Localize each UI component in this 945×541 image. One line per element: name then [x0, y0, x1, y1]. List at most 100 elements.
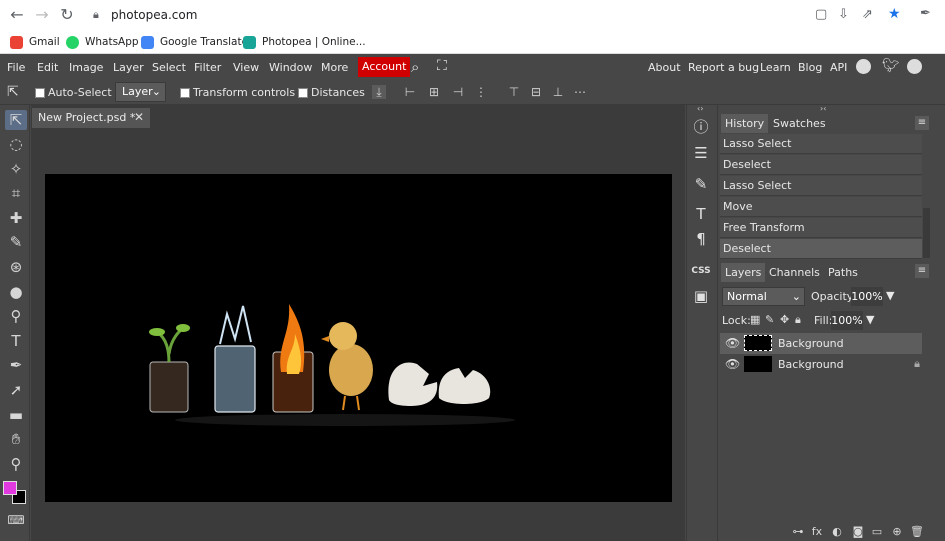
menu-view[interactable]: View	[233, 61, 259, 74]
menu-edit[interactable]: Edit	[37, 61, 58, 74]
forward-icon[interactable]: →	[33, 6, 51, 24]
delete-layer-icon[interactable]: 🗑︎	[910, 526, 924, 538]
distribute-horizontal-icon[interactable]: ⋯	[573, 85, 587, 99]
bookmark-google-translate[interactable]: Google Translate	[141, 34, 248, 50]
tab-layers[interactable]: Layers	[721, 263, 766, 282]
lock-all-icon[interactable]: 🔒︎	[795, 313, 801, 327]
align-top-icon[interactable]: ⊤	[507, 85, 521, 99]
history-menu-icon[interactable]: ≡	[915, 116, 929, 130]
foreground-color-swatch[interactable]	[3, 481, 17, 495]
reload-icon[interactable]: ↻	[58, 6, 76, 24]
lasso-tool-icon[interactable]: ◌	[5, 134, 27, 154]
css-icon[interactable]: CSS	[690, 260, 712, 282]
document-tab[interactable]: New Project.psd *	[32, 108, 150, 128]
tab-channels[interactable]: Channels	[769, 266, 820, 279]
info-icon[interactable]: ⓘ	[690, 116, 712, 138]
layer-row[interactable]: 👁︎ Background	[720, 333, 922, 354]
transform-controls-checkbox[interactable]	[180, 88, 190, 98]
search-icon[interactable]: ⌕	[411, 58, 419, 76]
collapse-strip-icon[interactable]: ‹›	[697, 104, 703, 113]
canvas[interactable]	[45, 174, 672, 502]
brush-settings-icon[interactable]: ✎	[690, 173, 712, 195]
menu-more[interactable]: More	[321, 61, 348, 74]
bookmark-whatsapp[interactable]: WhatsApp	[66, 34, 139, 50]
new-group-icon[interactable]: ▭	[870, 526, 884, 538]
eye-icon[interactable]: 👁︎	[725, 336, 740, 350]
crop-tool-icon[interactable]: ⌗	[5, 183, 27, 203]
blur-tool-icon[interactable]: ●	[5, 282, 27, 302]
opacity-dropdown-icon[interactable]: ▼	[886, 289, 894, 302]
distances-checkbox[interactable]	[298, 88, 308, 98]
layers-menu-icon[interactable]: ≡	[915, 264, 929, 278]
history-item[interactable]: Lasso Select	[720, 176, 922, 196]
tab-history[interactable]: History	[721, 114, 769, 133]
menu-about[interactable]: About	[648, 61, 681, 74]
collapse-panel-icon[interactable]: ›‹	[820, 104, 826, 113]
reddit-icon[interactable]	[856, 59, 871, 74]
fullscreen-icon[interactable]: ⛶	[437, 58, 447, 74]
layer-effects-icon[interactable]: fx	[810, 526, 824, 538]
align-bottom-icon[interactable]: ⊥	[551, 85, 565, 99]
zoom-tool-icon[interactable]: ⚲	[5, 454, 27, 474]
link-layers-icon[interactable]: ⊶	[791, 526, 805, 538]
bookmark-photopea[interactable]: Photopea | Online...	[243, 34, 366, 50]
auto-select-checkbox[interactable]	[35, 88, 45, 98]
pen-tool-icon[interactable]: ✒	[5, 355, 27, 375]
align-left-icon[interactable]: ⊢	[403, 85, 417, 99]
magic-wand-tool-icon[interactable]: ✧	[5, 159, 27, 179]
menu-layer[interactable]: Layer	[113, 61, 144, 74]
path-select-tool-icon[interactable]: ➚	[5, 380, 27, 400]
menu-blog[interactable]: Blog	[798, 61, 822, 74]
fill-input[interactable]: 100%	[831, 311, 863, 330]
align-center-icon[interactable]: ⊞	[427, 85, 441, 99]
dodge-tool-icon[interactable]: ⚲	[5, 306, 27, 326]
adjust-icon[interactable]: ☰	[690, 142, 712, 164]
healing-tool-icon[interactable]: ✚	[5, 208, 27, 228]
download-align-icon[interactable]: ⤓	[372, 85, 386, 99]
rectangle-tool-icon[interactable]: ▬	[5, 405, 27, 425]
page-icon[interactable]: ▢	[815, 7, 827, 22]
lock-pixels-icon[interactable]: ✎	[765, 313, 774, 326]
tab-swatches[interactable]: Swatches	[773, 117, 826, 130]
history-item[interactable]: Free Transform	[720, 218, 922, 238]
history-scrollbar[interactable]	[923, 208, 930, 258]
lock-transparency-icon[interactable]: ▦	[750, 313, 760, 326]
history-item[interactable]: Deselect	[720, 155, 922, 175]
facebook-icon[interactable]	[907, 59, 922, 74]
stamp-tool-icon[interactable]: ⊛	[5, 257, 27, 277]
blend-mode-select[interactable]: Normal ⌄	[722, 287, 805, 306]
menu-filter[interactable]: Filter	[194, 61, 221, 74]
menu-select[interactable]: Select	[152, 61, 186, 74]
align-middle-icon[interactable]: ⊟	[529, 85, 543, 99]
download-icon[interactable]: ⇩	[838, 7, 849, 22]
brush-tool-icon[interactable]: ✎	[5, 232, 27, 252]
align-right-icon[interactable]: ⊣	[451, 85, 465, 99]
menu-file[interactable]: File	[7, 61, 25, 74]
image-icon[interactable]: ▣	[690, 285, 712, 307]
share-icon[interactable]: ⇗	[862, 7, 873, 22]
paragraph-icon[interactable]: ¶	[690, 228, 712, 250]
history-item-current[interactable]: Deselect	[720, 239, 922, 259]
history-item[interactable]: Lasso Select	[720, 134, 922, 154]
menu-report-bug[interactable]: Report a bug	[688, 61, 759, 74]
fill-dropdown-icon[interactable]: ▼	[866, 313, 874, 326]
layer-mask-icon[interactable]: ◙	[851, 526, 865, 538]
tab-paths[interactable]: Paths	[828, 266, 858, 279]
menu-image[interactable]: Image	[69, 61, 103, 74]
history-item[interactable]: Move	[720, 197, 922, 217]
menu-window[interactable]: Window	[269, 61, 312, 74]
auto-select-target-select[interactable]: Layer ⌄	[115, 82, 166, 102]
type-tool-icon[interactable]: T	[5, 331, 27, 351]
lock-position-icon[interactable]: ✥	[780, 313, 789, 326]
keyboard-icon[interactable]: ⌨	[5, 510, 27, 530]
adjustment-layer-icon[interactable]: ◐	[830, 526, 844, 538]
close-icon[interactable]: ✕	[134, 110, 144, 124]
hand-tool-icon[interactable]: ✋︎	[5, 429, 27, 449]
eyedropper-extension-icon[interactable]: ✒	[920, 6, 931, 21]
account-button[interactable]: Account	[358, 57, 411, 77]
distribute-vertical-icon[interactable]: ⋮	[474, 85, 488, 99]
character-icon[interactable]: T	[690, 203, 712, 225]
eye-icon[interactable]: 👁︎	[725, 357, 740, 371]
menu-learn[interactable]: Learn	[760, 61, 791, 74]
back-icon[interactable]: ←	[8, 6, 26, 24]
